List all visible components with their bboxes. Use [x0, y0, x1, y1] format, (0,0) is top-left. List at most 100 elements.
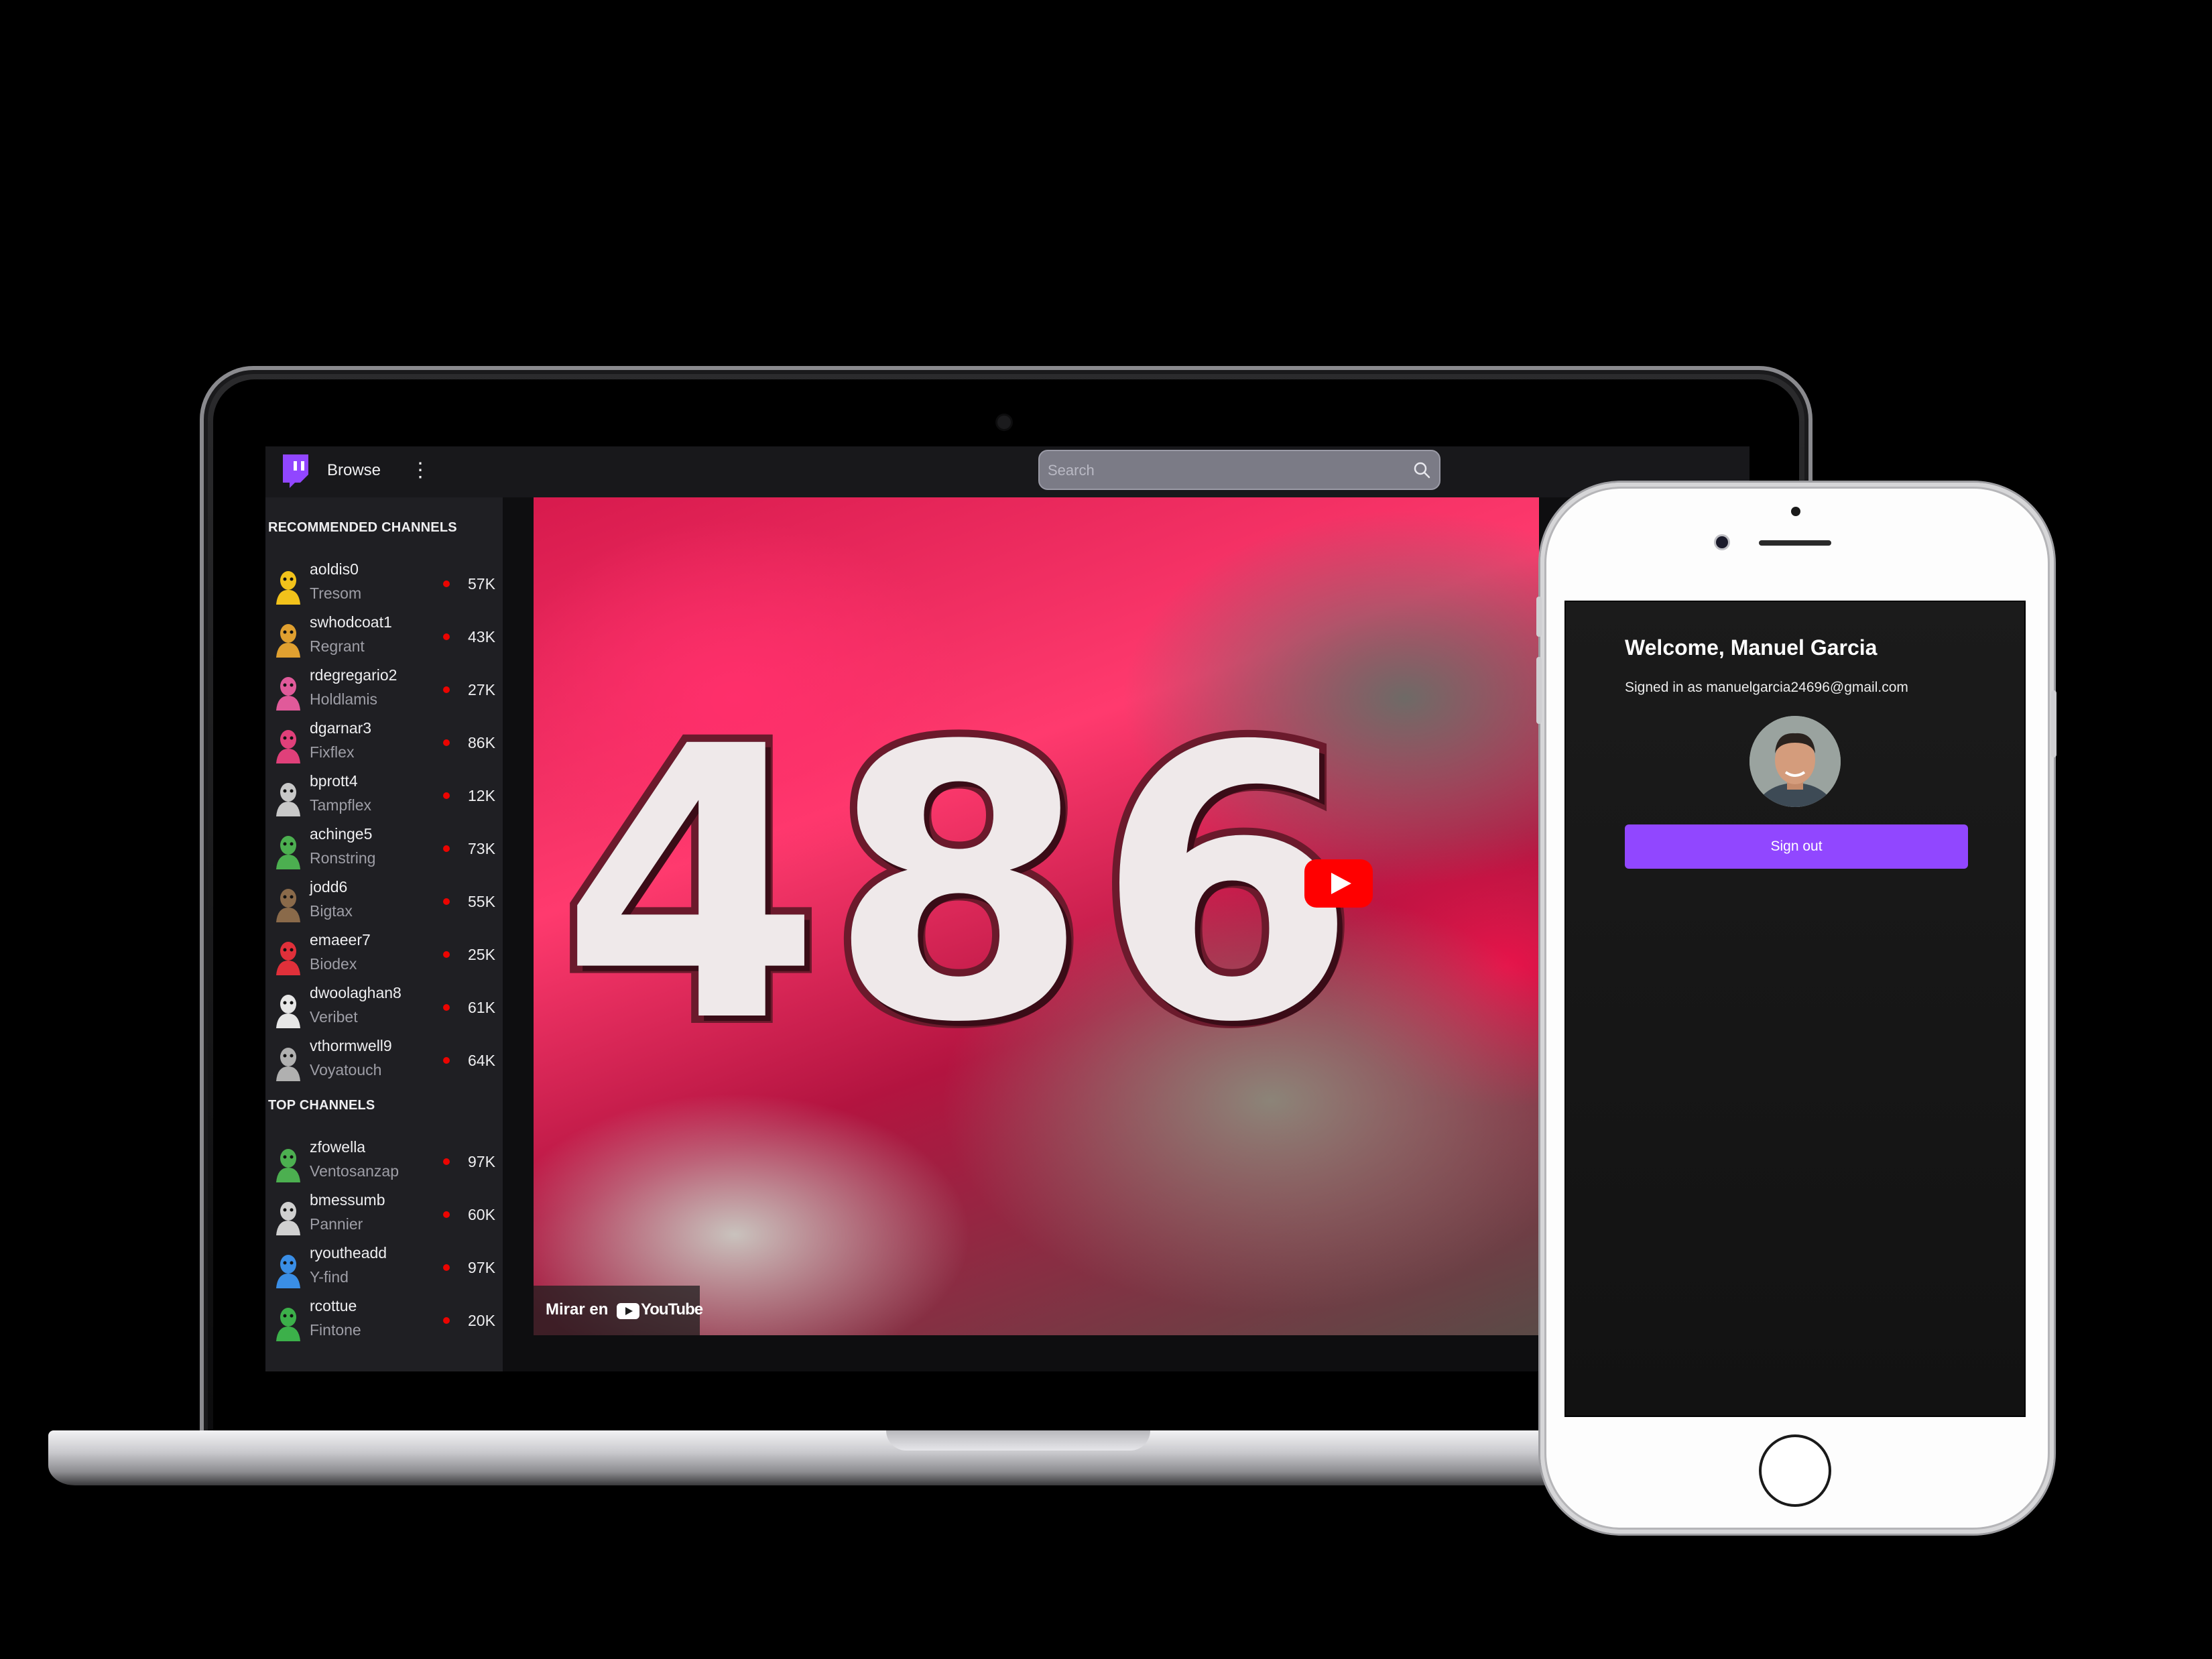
channel-row[interactable]: rdegregario2 Holdlamis 27K	[265, 664, 503, 715]
channel-game: Fixflex	[310, 743, 355, 761]
recommended-channels-heading: RECOMMENDED CHANNELS	[268, 520, 457, 535]
channel-game: Tampflex	[310, 796, 372, 814]
viewer-count: 27K	[468, 681, 495, 698]
search-input[interactable]	[1046, 451, 1398, 490]
channel-avatar-icon	[276, 1149, 300, 1182]
channel-row[interactable]: jodd6 Bigtax 55K	[265, 875, 503, 926]
channel-game: Tresom	[310, 585, 362, 602]
channel-avatar-icon	[276, 995, 300, 1028]
phone-volume-up-button	[1536, 657, 1542, 724]
channel-game: Y-find	[310, 1268, 349, 1286]
channel-game: Fintone	[310, 1321, 361, 1339]
browse-link[interactable]: Browse	[327, 461, 381, 480]
channel-game: Bigtax	[310, 902, 353, 920]
phone-earpiece	[1759, 540, 1831, 546]
channel-name: swhodcoat1	[310, 613, 392, 631]
channel-name: jodd6	[310, 878, 348, 896]
signed-in-text: Signed in as manuelgarcia24696@gmail.com	[1625, 680, 1908, 695]
laptop-screen: Browse ⋮ RECOMMENDED CHANNELS aoldis0 Tre…	[265, 446, 1749, 1371]
viewer-count: 61K	[468, 999, 495, 1016]
welcome-title: Welcome, Manuel Garcia	[1625, 635, 1878, 660]
channel-name: zfowella	[310, 1138, 366, 1156]
top-nav: Browse ⋮	[265, 446, 1749, 497]
watch-on-label: Mirar en	[546, 1300, 609, 1318]
viewer-count: 64K	[468, 1052, 495, 1069]
phone-power-button	[2051, 690, 2056, 757]
channel-avatar-icon	[276, 1255, 300, 1288]
channel-row[interactable]: ryoutheadd Y-find 97K	[265, 1241, 503, 1292]
channel-avatar-icon	[276, 730, 300, 763]
sidebar-gutter	[503, 497, 534, 1371]
viewer-count: 73K	[468, 840, 495, 857]
channel-name: dgarnar3	[310, 719, 372, 737]
channel-name: achinge5	[310, 825, 373, 843]
channel-name: rcottue	[310, 1297, 357, 1314]
watch-on-youtube-link[interactable]: Mirar en YouTube	[534, 1286, 703, 1335]
live-indicator-icon	[443, 951, 450, 958]
channel-avatar-icon	[276, 571, 300, 605]
channel-avatar-icon	[276, 1048, 300, 1081]
live-indicator-icon	[443, 1264, 450, 1271]
profile-avatar	[1749, 716, 1841, 807]
live-indicator-icon	[443, 686, 450, 693]
channel-avatar-icon	[276, 942, 300, 975]
viewer-count: 55K	[468, 893, 495, 910]
youtube-logo-icon	[617, 1303, 639, 1319]
channel-avatar-icon	[276, 783, 300, 816]
channel-name: ryoutheadd	[310, 1244, 387, 1262]
channel-row[interactable]: emaeer7 Biodex 25K	[265, 928, 503, 979]
channel-name: rdegregario2	[310, 666, 397, 684]
channel-row[interactable]: bmessumb Pannier 60K	[265, 1188, 503, 1239]
viewer-count: 20K	[468, 1312, 495, 1329]
twitch-logo-icon[interactable]	[279, 453, 311, 489]
channel-avatar-icon	[276, 624, 300, 658]
sidebar: RECOMMENDED CHANNELS aoldis0 Tresom 57K swh…	[265, 497, 503, 1371]
channel-game: Pannier	[310, 1215, 363, 1233]
home-button[interactable]	[1759, 1434, 1831, 1507]
channel-name: emaeer7	[310, 931, 371, 948]
live-indicator-icon	[443, 580, 450, 587]
viewer-count: 86K	[468, 734, 495, 751]
live-indicator-icon	[443, 845, 450, 852]
channel-game: Voyatouch	[310, 1061, 382, 1079]
channel-name: bprott4	[310, 772, 358, 790]
channel-name: dwoolaghan8	[310, 984, 402, 1001]
viewer-count: 60K	[468, 1206, 495, 1223]
more-options-icon[interactable]: ⋮	[410, 458, 430, 483]
live-indicator-icon	[443, 898, 450, 905]
phone-sensor	[1791, 507, 1800, 516]
laptop-camera	[997, 416, 1011, 429]
channel-row[interactable]: swhodcoat1 Regrant 43K	[265, 611, 503, 662]
channel-row[interactable]: achinge5 Ronstring 73K	[265, 822, 503, 873]
channel-row[interactable]: dgarnar3 Fixflex 86K	[265, 717, 503, 767]
search-icon[interactable]	[1412, 460, 1431, 479]
channel-avatar-icon	[276, 836, 300, 869]
channel-row[interactable]: bprott4 Tampflex 12K	[265, 770, 503, 820]
channel-row[interactable]: rcottue Fintone 20K	[265, 1294, 503, 1345]
live-indicator-icon	[443, 1211, 450, 1218]
channel-game: Veribet	[310, 1008, 358, 1026]
top-channels-heading: TOP CHANNELS	[268, 1098, 375, 1113]
live-indicator-icon	[443, 1158, 450, 1165]
viewer-count: 25K	[468, 946, 495, 963]
channel-avatar-icon	[276, 889, 300, 922]
channel-name: vthormwell9	[310, 1037, 392, 1054]
channel-name: aoldis0	[310, 560, 359, 578]
channel-game: Biodex	[310, 955, 357, 973]
channel-row[interactable]: vthormwell9 Voyatouch 64K	[265, 1034, 503, 1085]
youtube-wordmark: YouTube	[641, 1300, 703, 1318]
laptop-base	[48, 1430, 1657, 1485]
channel-row[interactable]: dwoolaghan8 Veribet 61K	[265, 981, 503, 1032]
video-player[interactable]: 486 Mirar en YouTube	[534, 497, 1539, 1335]
channel-row[interactable]: aoldis0 Tresom 57K	[265, 558, 503, 609]
sign-out-button[interactable]: Sign out	[1625, 824, 1968, 869]
channel-row[interactable]: zfowella Ventosanzap 97K	[265, 1135, 503, 1186]
channel-game: Holdlamis	[310, 690, 377, 708]
search-bar[interactable]	[1038, 450, 1440, 490]
viewer-count: 57K	[468, 575, 495, 593]
live-indicator-icon	[443, 1057, 450, 1064]
phone-side-button	[1536, 597, 1542, 637]
play-button[interactable]	[1304, 859, 1373, 908]
channel-avatar-icon	[276, 1308, 300, 1341]
live-indicator-icon	[443, 792, 450, 799]
